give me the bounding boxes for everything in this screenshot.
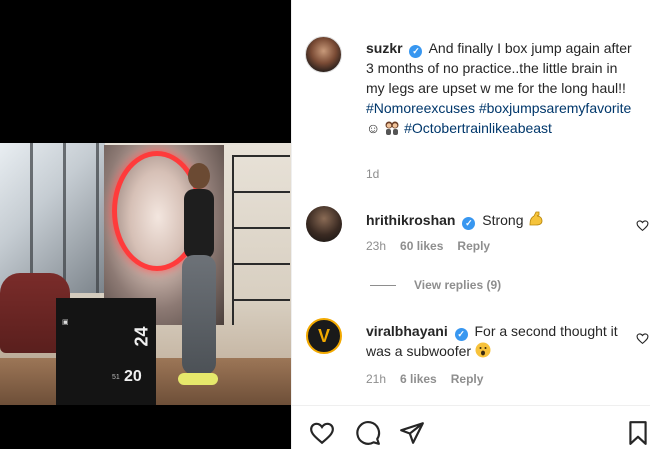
box-inch-bottom: 51 (112, 374, 120, 381)
bookmark-icon[interactable] (625, 420, 650, 446)
viral-logo-icon: V (317, 325, 330, 346)
avatar-suzkr[interactable] (305, 36, 342, 73)
view-replies-line (370, 284, 396, 286)
box-height-top: 24 (131, 326, 152, 347)
verified-badge-icon: ✓ (409, 45, 423, 58)
flexed-biceps-icon (527, 210, 544, 232)
plyo-box-logo: ▣ (62, 319, 69, 326)
comment-likes[interactable]: 60 likes (400, 239, 443, 253)
caption-text: And finally I box jump again after 3 mon… (366, 40, 632, 96)
smiling-face-icon: ☺ (366, 120, 381, 136)
comment-hrithikroshan: hrithikroshan ✓ Strong (366, 210, 636, 232)
comment-meta: 21h 6 likes Reply (366, 372, 483, 386)
view-replies-button[interactable]: View replies (9) (370, 278, 501, 292)
post-caption: suzkr ✓ And finally I box jump again aft… (366, 38, 636, 140)
athlete-torso (184, 189, 214, 259)
wall-shelf (232, 155, 290, 325)
comment-like-heart-icon[interactable] (636, 332, 649, 345)
plyo-box: ▣ 24 51 20 (56, 298, 156, 405)
comment-username[interactable]: viralbhayani (366, 323, 448, 339)
reply-button[interactable]: Reply (457, 239, 490, 253)
two-women-emoji-icon (384, 119, 400, 140)
verified-badge-icon: ✓ (462, 217, 476, 230)
athlete-legs (182, 255, 216, 375)
hashtag-boxjumps[interactable]: #boxjumpsaremyfavorite (479, 100, 632, 116)
post-time[interactable]: 1d (366, 167, 379, 181)
comment-time[interactable]: 23h (366, 239, 386, 253)
post-media[interactable]: ▣ 24 51 20 (0, 0, 291, 449)
post-action-bar (291, 405, 650, 449)
hashtag-october[interactable]: #Octobertrainlikeabeast (404, 120, 552, 136)
comment-text: Strong (482, 212, 524, 228)
avatar-viralbhayani[interactable]: V (306, 318, 342, 354)
comment-viralbhayani: viralbhayani ✓ For a second thought it w… (366, 321, 636, 363)
comment-meta: 23h 60 likes Reply (366, 239, 490, 253)
hashtag-nomoreexcuses[interactable]: #Nomoreexcuses (366, 100, 475, 116)
athlete-shoe (178, 373, 218, 385)
comment-like-heart-icon[interactable] (636, 219, 649, 232)
comment-time[interactable]: 21h (366, 372, 386, 386)
comment-bubble-icon[interactable] (355, 420, 381, 446)
caption-username[interactable]: suzkr (366, 40, 403, 56)
athlete-figure (170, 163, 230, 393)
video-frame[interactable]: ▣ 24 51 20 (0, 143, 291, 405)
heart-icon[interactable] (309, 420, 335, 446)
comment-username[interactable]: hrithikroshan (366, 212, 455, 228)
comment-likes[interactable]: 6 likes (400, 372, 437, 386)
reply-button[interactable]: Reply (451, 372, 484, 386)
surprised-face-icon (475, 342, 491, 363)
avatar-hrithikroshan[interactable] (306, 206, 342, 242)
box-height-bottom: 20 (124, 368, 142, 385)
window-bars (0, 143, 105, 293)
paper-plane-icon[interactable] (399, 420, 425, 446)
athlete-head (188, 163, 210, 189)
view-replies-label: View replies (9) (414, 278, 502, 292)
verified-badge-icon: ✓ (454, 328, 468, 341)
